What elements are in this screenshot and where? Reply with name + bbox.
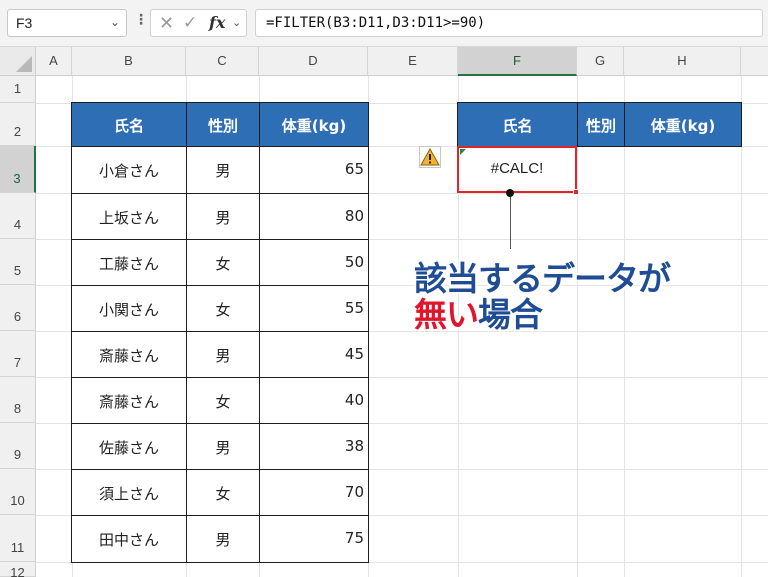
table-cell-name[interactable]: 工藤さん bbox=[71, 239, 187, 286]
name-box[interactable]: F3 ⌄ bbox=[7, 9, 127, 37]
result-header-name[interactable]: 氏名 bbox=[457, 102, 578, 147]
table-cell-weight[interactable]: 40 bbox=[259, 377, 369, 424]
callout-line bbox=[510, 193, 511, 249]
table-cell-weight[interactable]: 55 bbox=[259, 285, 369, 332]
table-cell-weight[interactable]: 50 bbox=[259, 239, 369, 286]
result-header-weight[interactable]: 体重(kg) bbox=[624, 102, 742, 147]
callout-highlight: 無い bbox=[414, 295, 479, 334]
formula-text: =FILTER(B3:D11,D3:D11>=90) bbox=[266, 15, 486, 31]
row-header-9[interactable]: 9 bbox=[0, 423, 36, 469]
column-header-next[interactable] bbox=[741, 47, 768, 76]
source-header-name[interactable]: 氏名 bbox=[71, 102, 187, 147]
table-cell-weight[interactable]: 80 bbox=[259, 193, 369, 240]
insert-function-icon[interactable]: fx bbox=[209, 13, 225, 32]
table-cell-weight[interactable]: 65 bbox=[259, 146, 369, 194]
source-header-weight[interactable]: 体重(kg) bbox=[259, 102, 369, 147]
table-cell-gender[interactable]: 女 bbox=[186, 239, 260, 286]
source-header-gender[interactable]: 性別 bbox=[186, 102, 260, 147]
table-cell-name[interactable]: 佐藤さん bbox=[71, 423, 187, 470]
gridline bbox=[577, 76, 578, 577]
selected-cell-f3[interactable]: #CALC! bbox=[457, 146, 579, 195]
table-cell-name[interactable]: 田中さん bbox=[71, 515, 187, 563]
row-header-10[interactable]: 10 bbox=[0, 469, 36, 515]
column-header-h[interactable]: H bbox=[624, 47, 741, 76]
column-header-g[interactable]: G bbox=[577, 47, 624, 76]
table-cell-gender[interactable]: 女 bbox=[186, 285, 260, 332]
table-cell-weight[interactable]: 45 bbox=[259, 331, 369, 378]
result-header-gender[interactable]: 性別 bbox=[577, 102, 625, 147]
column-header-c[interactable]: C bbox=[186, 47, 259, 76]
callout-suffix: 場合 bbox=[478, 295, 543, 334]
table-cell-gender[interactable]: 男 bbox=[186, 515, 260, 563]
error-indicator-button[interactable] bbox=[419, 146, 441, 168]
row-header-2[interactable]: 2 bbox=[0, 103, 36, 146]
select-all-button[interactable] bbox=[0, 47, 36, 76]
table-cell-name[interactable]: 小倉さん bbox=[71, 146, 187, 194]
table-cell-gender[interactable]: 女 bbox=[186, 377, 260, 424]
column-header-f[interactable]: F bbox=[458, 47, 577, 76]
row-header-4[interactable]: 4 bbox=[0, 193, 36, 239]
formula-input[interactable]: =FILTER(B3:D11,D3:D11>=90) bbox=[255, 9, 763, 37]
cancel-icon[interactable]: ✕ bbox=[159, 13, 174, 34]
column-header-d[interactable]: D bbox=[259, 47, 368, 76]
column-header-b[interactable]: B bbox=[72, 47, 186, 76]
name-box-value: F3 bbox=[16, 15, 33, 31]
table-cell-gender[interactable]: 男 bbox=[186, 193, 260, 240]
table-cell-name[interactable]: 斎藤さん bbox=[71, 377, 187, 424]
table-cell-weight[interactable]: 70 bbox=[259, 469, 369, 516]
check-icon[interactable]: ✓ bbox=[183, 13, 197, 33]
callout-dot bbox=[506, 189, 514, 197]
row-header-3[interactable]: 3 bbox=[0, 146, 36, 193]
table-cell-name[interactable]: 須上さん bbox=[71, 469, 187, 516]
table-cell-gender[interactable]: 男 bbox=[186, 146, 260, 194]
table-cell-gender[interactable]: 男 bbox=[186, 423, 260, 470]
row-header-12[interactable]: 12 bbox=[0, 562, 36, 577]
chevron-down-icon[interactable]: ⌄ bbox=[232, 16, 241, 29]
row-header-11[interactable]: 11 bbox=[0, 515, 36, 562]
formula-controls: ✕ ✓ fx ⌄ bbox=[150, 9, 247, 37]
row-header-5[interactable]: 5 bbox=[0, 239, 36, 285]
chevron-down-icon[interactable]: ⌄ bbox=[110, 15, 120, 29]
table-cell-name[interactable]: 小関さん bbox=[71, 285, 187, 332]
column-header-e[interactable]: E bbox=[368, 47, 458, 76]
row-header-6[interactable]: 6 bbox=[0, 285, 36, 331]
more-options-icon[interactable]: ⋮ bbox=[134, 12, 148, 28]
gridline bbox=[624, 76, 625, 577]
table-cell-weight[interactable]: 75 bbox=[259, 515, 369, 563]
column-header-a[interactable]: A bbox=[36, 47, 72, 76]
fill-handle[interactable] bbox=[573, 189, 579, 195]
table-cell-weight[interactable]: 38 bbox=[259, 423, 369, 470]
row-header-8[interactable]: 8 bbox=[0, 377, 36, 423]
table-cell-gender[interactable]: 男 bbox=[186, 331, 260, 378]
gridline bbox=[741, 76, 742, 577]
table-cell-gender[interactable]: 女 bbox=[186, 469, 260, 516]
select-all-triangle-icon bbox=[16, 56, 32, 72]
row-header-1[interactable]: 1 bbox=[0, 76, 36, 103]
formula-bar: F3 ⌄ ⋮ ✕ ✓ fx ⌄ =FILTER(B3:D11,D3:D11>=9… bbox=[0, 0, 768, 47]
row-header-7[interactable]: 7 bbox=[0, 331, 36, 377]
warning-icon bbox=[420, 147, 440, 166]
table-cell-name[interactable]: 上坂さん bbox=[71, 193, 187, 240]
error-flag-icon bbox=[460, 149, 466, 155]
result-value: #CALC! bbox=[490, 160, 544, 177]
callout-text-line2: 無い場合 bbox=[414, 288, 543, 336]
table-cell-name[interactable]: 斎藤さん bbox=[71, 331, 187, 378]
